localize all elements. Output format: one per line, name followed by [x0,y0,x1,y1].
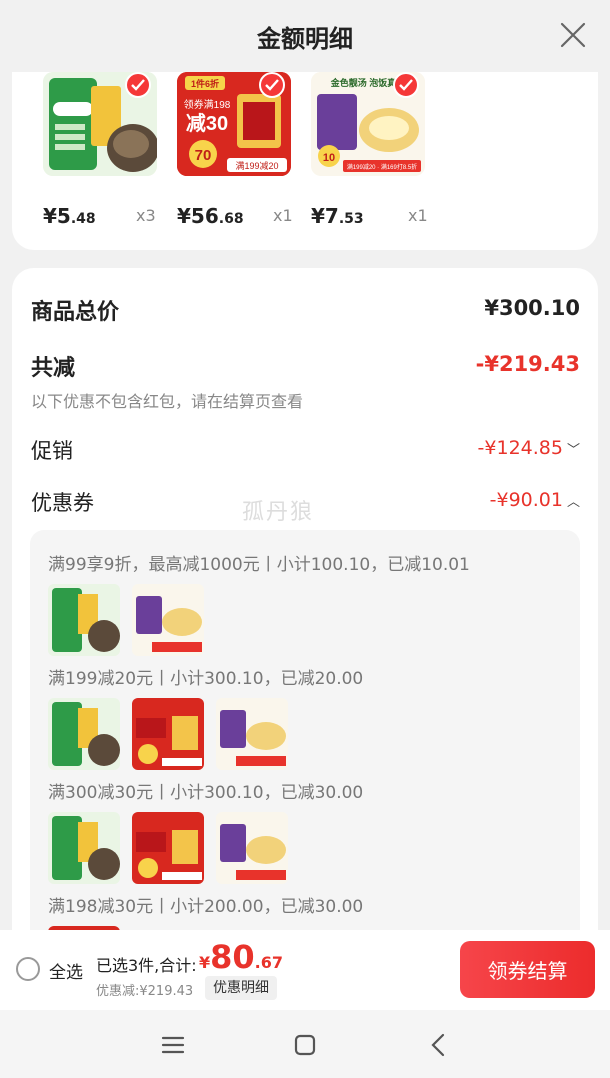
checkout-button[interactable]: 领券结算 [460,941,595,998]
product-qty-2: x1 [273,206,293,225]
chevron-down-icon: ﹀ [566,443,580,458]
coupon-row[interactable]: -¥90.01 ︿ [490,489,580,511]
coupon-item-thumb-green [48,812,120,884]
promo-row[interactable]: -¥124.85 ﹀ [478,437,580,459]
coupon-item-thumb-red [132,698,204,770]
back-icon[interactable] [424,1030,454,1060]
coupon-item-text: 满199减20元丨小计300.10，已减20.00 [48,669,364,689]
product-qty-1: x3 [136,206,156,225]
total-price-label: 商品总价 [31,300,120,325]
coupon-item-thumb-green [48,698,120,770]
total-reduce-value: -¥219.43 [475,352,580,376]
image-badge-text: 70 [195,147,212,164]
reduce-note: 以下优惠不包含红包，请在结算页查看 [31,392,304,411]
menu-icon[interactable] [158,1030,188,1060]
home-icon[interactable] [290,1030,320,1060]
product-price-1: ¥5.48 [43,204,96,228]
selected-products-card: ¥5.48 x3 1件6折 领券满198 减30 70 满199减20 ¥56.… [12,72,598,250]
total-reduce-label: 共减 [31,356,76,381]
close-icon[interactable] [558,20,588,50]
coupon-detail-list: 满99享9折，最高减1000元丨小计100.10，已减10.01 满199减20… [30,530,580,968]
coupon-item-thumb-green [48,584,120,656]
selected-check-icon [259,72,285,98]
coupon-value: -¥90.01 [489,489,563,511]
header: 金额明细 [0,0,610,72]
product-image-2[interactable]: 1件6折 领券满198 减30 70 满199减20 [177,72,291,176]
promo-value: -¥124.85 [477,437,563,459]
checkout-bar: 全选 已选3件,合计: ¥80.67 优惠减:¥219.43 优惠明细 领券结算 [0,930,610,1010]
product-price-2: ¥56.68 [177,204,244,228]
coupon-item-thumb-red [132,812,204,884]
coupon-item-thumb-soup [216,812,288,884]
product-price-3: ¥7.53 [311,204,364,228]
discount-detail-button[interactable]: 优惠明细 [205,976,277,1000]
selected-summary: 已选3件,合计: [96,956,197,975]
chevron-up-icon: ︿ [566,495,580,510]
image-strip-text: 满199减20 [235,160,278,171]
coupon-item-thumb-soup [216,698,288,770]
select-all-radio[interactable] [16,957,40,981]
image-strip-text: 满199减20 · 满169打8.5折 [347,163,417,171]
promo-label: 促销 [31,439,73,463]
product-image-1[interactable] [43,72,157,176]
selected-check-icon [393,72,419,98]
product-image-3[interactable]: 金色靓汤 泡饭真香 10 满199减20 · 满169打8.5折 [311,72,425,176]
price-breakdown-card: 商品总价 ¥300.10 共减 -¥219.43 以下优惠不包含红包，请在结算页… [12,268,598,968]
coupon-item-text: 满300减30元丨小计300.10，已减30.00 [48,783,364,803]
coupon-item-thumb-soup [132,584,204,656]
discount-amount: 优惠减:¥219.43 [96,984,194,999]
image-line1-text: 领券满198 [184,98,231,111]
total-amount: ¥80.67 [199,938,284,976]
system-nav-bar [0,1010,610,1078]
image-badge-text: 10 [323,152,335,164]
watermark: 孤丹狼 [242,500,315,525]
product-qty-3: x1 [408,206,428,225]
select-all-label[interactable]: 全选 [49,958,83,983]
coupon-item-text: 满198减30元丨小计200.00，已减30.00 [48,897,364,917]
total-price-value: ¥300.10 [484,296,580,320]
image-tag-text: 1件6折 [191,78,219,89]
coupon-item-text: 满99享9折，最高减1000元丨小计100.10，已减10.01 [48,555,470,575]
coupon-label: 优惠券 [31,491,94,515]
selected-check-icon [125,72,151,98]
image-line2-text: 减30 [186,111,228,135]
page-title: 金额明细 [257,24,353,53]
